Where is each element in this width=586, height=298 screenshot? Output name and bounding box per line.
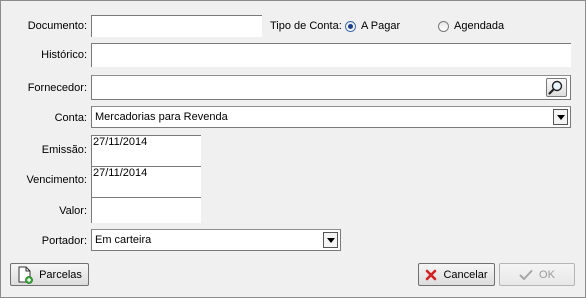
parcelas-button[interactable]: Parcelas (10, 263, 89, 286)
vencimento-label: Vencimento: (26, 174, 87, 186)
valor-input[interactable] (91, 197, 201, 223)
radio-agendada-indicator[interactable] (438, 20, 449, 32)
documento-input[interactable] (91, 15, 262, 37)
conta-select-value: Mercadorias para Revenda (95, 111, 228, 123)
cancel-label: Cancelar (443, 268, 488, 281)
emissao-input[interactable]: 27/11/2014 (91, 135, 201, 167)
ok-button[interactable]: OK (499, 263, 575, 286)
chevron-down-icon[interactable] (553, 109, 568, 125)
check-icon (519, 269, 533, 280)
portador-select[interactable]: Em carteira (91, 229, 341, 251)
close-icon (426, 269, 437, 280)
radio-a-pagar[interactable]: A Pagar (345, 19, 400, 33)
conta-select[interactable]: Mercadorias para Revenda (91, 106, 571, 128)
radio-agendada-label: Agendada (454, 20, 505, 32)
fornecedor-label: Fornecedor: (27, 82, 87, 94)
portador-select-value: Em carteira (95, 234, 152, 246)
emissao-label: Emissão: (41, 144, 87, 156)
search-icon (548, 80, 563, 95)
cancel-button[interactable]: Cancelar (418, 263, 495, 286)
fornecedor-input[interactable] (91, 75, 571, 100)
portador-label: Portador: (41, 235, 87, 247)
parcelas-label: Parcelas (39, 268, 82, 281)
radio-a-pagar-label: A Pagar (361, 20, 401, 32)
conta-label: Conta: (54, 112, 87, 124)
ok-label: OK (539, 268, 555, 281)
valor-label: Valor: (59, 205, 87, 217)
radio-agendada[interactable]: Agendada (438, 19, 504, 33)
conta-dialog: Documento: Tipo de Conta: A Pagar Agenda… (0, 0, 586, 298)
radio-a-pagar-indicator[interactable] (345, 20, 356, 32)
documento-label: Documento: (27, 20, 87, 32)
fornecedor-search-button[interactable] (546, 78, 567, 97)
chevron-down-icon[interactable] (323, 232, 338, 248)
vencimento-input[interactable]: 27/11/2014 (91, 166, 201, 198)
tipo-conta-label: Tipo de Conta: (270, 20, 342, 32)
historico-input[interactable] (91, 43, 571, 67)
historico-label: Histórico: (41, 49, 87, 61)
add-document-icon (18, 266, 33, 284)
